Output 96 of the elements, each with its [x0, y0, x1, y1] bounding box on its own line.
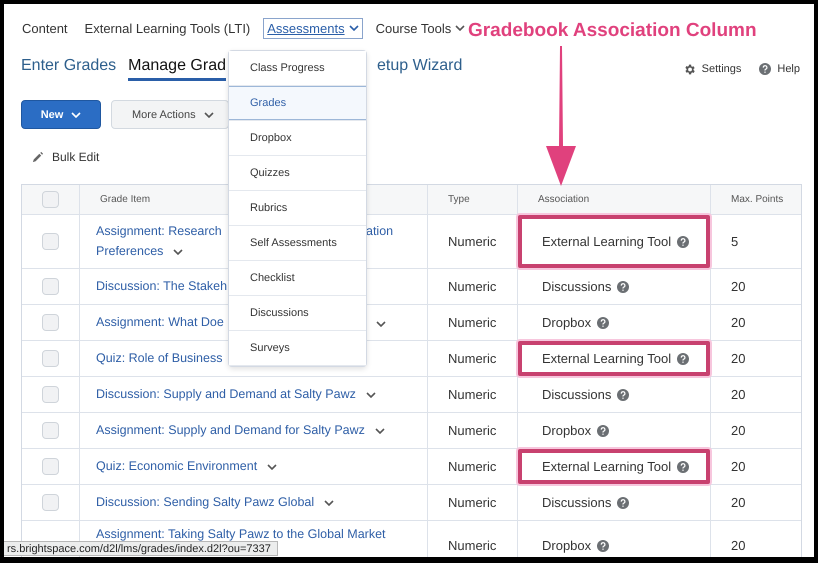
table-cell: Discussions [542, 387, 612, 402]
grade-item-link[interactable]: Discussion: Supply and Demand at Salty Pawz [96, 387, 356, 402]
table-cell-text: 20 [730, 387, 746, 402]
help-icon [617, 496, 630, 508]
table-cell-text: Numeric [447, 459, 496, 474]
menu-item[interactable]: Self Assessments [229, 226, 366, 261]
table-cell-text: Numeric [447, 495, 496, 510]
checkbox[interactable] [42, 233, 59, 250]
help-icon [597, 316, 610, 328]
column-header: Max. Points [730, 194, 784, 205]
chevron-down-icon [324, 500, 334, 506]
help-icon [617, 280, 630, 292]
chevron-down-icon [366, 392, 376, 398]
pencil-icon [31, 150, 44, 164]
chevron-down-icon [348, 25, 359, 31]
menu-item[interactable]: Grades [229, 86, 366, 121]
grade-item-link[interactable]: Assignment: Research [96, 224, 228, 239]
grade-item-link[interactable]: Preferences [96, 244, 164, 259]
help-icon [759, 63, 772, 75]
table-cell-text: Numeric [447, 279, 496, 294]
table-cell-text: 20 [730, 423, 746, 438]
checkbox[interactable] [42, 422, 59, 439]
grade-item-link[interactable]: Assignment: Taking Salty Pawz to the Global Market [96, 527, 386, 542]
table-cell-text: 20 [730, 459, 746, 474]
table-cell-text: 20 [730, 279, 746, 294]
table-cell-text: Numeric [447, 387, 496, 402]
chevron-down-icon [71, 112, 82, 118]
grade-item-link[interactable]: Assignment: What Doe [96, 315, 228, 330]
nav-link[interactable]: Course Tools [372, 18, 470, 38]
annotation-title: Gradebook Association Column [468, 20, 757, 42]
help-icon [677, 460, 690, 472]
chevron-down-icon [374, 428, 385, 434]
table-cell-text: Numeric [447, 423, 496, 438]
table-cell: Discussions [542, 279, 612, 294]
grade-item-link[interactable]: Assignment: Supply and Demand for Salty Pawz [96, 423, 365, 438]
nav-link[interactable]: External Learning Tools (LTI) [80, 18, 254, 38]
table-cell: External Learning Tool [542, 459, 672, 474]
checkbox[interactable] [42, 350, 59, 367]
grade-item-link[interactable]: Quiz: Economic Environment [96, 459, 258, 474]
table-cell: Dropbox [542, 423, 592, 438]
settings-link[interactable]: Settings [682, 62, 742, 76]
checkbox[interactable] [42, 278, 59, 295]
menu-item[interactable]: Quizzes [229, 156, 366, 191]
help-icon [677, 236, 690, 248]
page-tab[interactable]: Enter Grades [21, 57, 116, 81]
chevron-down-icon [267, 464, 278, 470]
column-header: Grade Item [99, 194, 150, 205]
help-icon [617, 388, 630, 400]
menu-item[interactable]: Discussions [229, 296, 366, 331]
status-bar-url: rs.brightspace.com/d2l/lms/grades/index.d2l?ou=7337 [4, 541, 278, 556]
table-cell: Discussions [542, 495, 612, 510]
menu-item[interactable]: Checklist [229, 261, 366, 296]
chevron-down-icon [376, 320, 386, 326]
column-header: Association [537, 194, 590, 205]
checkbox[interactable] [42, 458, 59, 475]
table-cell-text: Numeric [447, 315, 496, 330]
menu-item[interactable]: Surveys [229, 331, 366, 366]
table-cell: External Learning Tool [542, 351, 672, 366]
checkbox[interactable] [42, 494, 59, 511]
checkbox[interactable] [42, 314, 59, 331]
table-cell: Dropbox [542, 315, 592, 330]
nav-link[interactable]: Content [18, 18, 72, 38]
table-cell-text: 5 [730, 234, 738, 249]
menu-item[interactable]: Dropbox [229, 121, 366, 156]
menu-item[interactable]: Rubrics [229, 191, 366, 226]
page-tab[interactable]: etup Wizard [377, 57, 462, 81]
table-cell: External Learning Tool [542, 234, 672, 249]
grade-item-link[interactable]: Quiz: Role of Business [96, 351, 228, 366]
chevron-down-icon [204, 112, 214, 118]
table-cell-text: 20 [730, 315, 746, 330]
help-link[interactable]: Help [759, 62, 800, 76]
grade-item-link[interactable]: ation [366, 224, 427, 239]
table-cell-text: 20 [730, 538, 746, 553]
checkbox[interactable] [42, 386, 59, 403]
table-cell-text: 20 [730, 351, 746, 366]
nav-link[interactable]: Assessments [263, 18, 363, 38]
grade-item-link[interactable]: Discussion: The Stakeh [96, 279, 228, 294]
table-cell: Dropbox [542, 538, 592, 553]
chevron-down-icon [455, 25, 466, 31]
help-icon [597, 424, 610, 436]
table-cell-text: 20 [730, 495, 746, 510]
menu-item[interactable]: Class Progress [229, 51, 366, 86]
settings-icon [682, 62, 696, 76]
new-button[interactable]: New [21, 100, 101, 129]
more-actions-button[interactable]: More Actions [111, 100, 229, 129]
table-cell-text: Numeric [447, 234, 496, 249]
help-icon [677, 352, 690, 364]
checkbox[interactable] [42, 191, 59, 208]
grade-item-link[interactable]: Discussion: Sending Salty Pawz Global [96, 495, 314, 510]
page-tab[interactable]: Manage Grad [128, 57, 226, 81]
help-icon [597, 540, 610, 552]
table-cell-text: Numeric [447, 351, 496, 366]
column-header: Type [447, 194, 470, 205]
bulk-edit-button[interactable]: Bulk Edit [31, 150, 100, 164]
table-cell-text: Numeric [447, 538, 496, 553]
chevron-down-icon [173, 248, 184, 254]
